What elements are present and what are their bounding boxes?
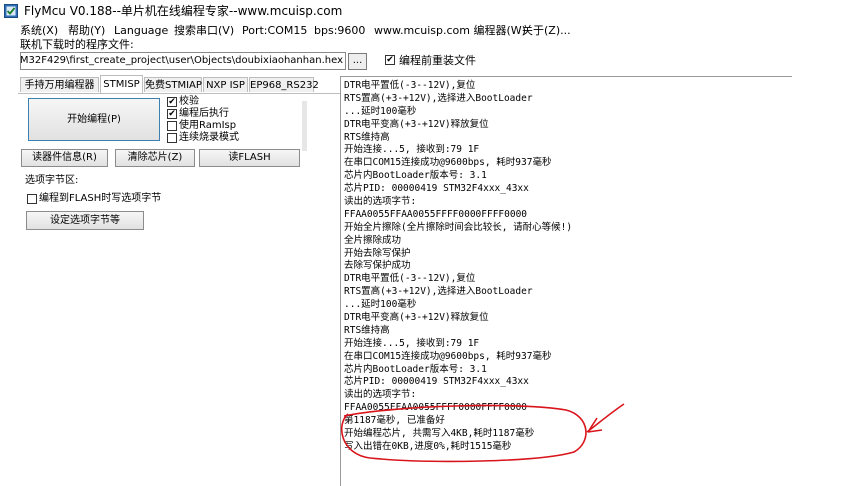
menu-search-port[interactable]: 搜索串口(V) — [174, 22, 234, 39]
app-logo-icon — [4, 4, 18, 18]
log-line: 芯片内BootLoader版本号: 3.1 — [344, 170, 487, 182]
log-line: RTS维持高 — [344, 131, 390, 143]
log-line: 开始连接...5, 接收到:79 1F — [344, 337, 480, 349]
desktop-background — [792, 0, 864, 486]
output-log[interactable]: DTR电平置低(-3--12V),复位 RTS置高(+3-+12V),选择进入Bo… — [340, 76, 792, 486]
log-line: DTR电平置低(-3--12V),复位 — [344, 273, 476, 285]
continuous-burn-checkbox[interactable] — [167, 133, 177, 143]
log-line: DTR电平变高(+3-+12V)释放复位 — [344, 312, 489, 324]
reload-before-program-checkbox[interactable]: ✔ — [385, 55, 395, 65]
menu-about[interactable]: 关于(Z)... — [522, 22, 571, 39]
start-programming-button[interactable]: 开始编程(P) — [28, 98, 160, 141]
option-bytes-section-title: 选项字节区: — [25, 175, 79, 186]
log-line: 写入出错在0KB,进度0%,耗时1515毫秒 — [344, 440, 512, 452]
log-line: RTS置高(+3-+12V),选择进入BootLoader — [344, 286, 533, 298]
tab-stmisp[interactable]: STMISP — [100, 75, 143, 93]
menu-system[interactable]: 系统(X) — [20, 22, 58, 39]
tab-nxp-isp[interactable]: NXP ISP — [203, 77, 248, 92]
menu-programmer[interactable]: www.mcuisp.com 编程器(W) — [374, 22, 526, 39]
log-line: ...延时100毫秒 — [344, 105, 417, 117]
menu-baud-rate[interactable]: bps:9600 — [314, 22, 365, 39]
tab-free-stmiap[interactable]: 免费STMIAP — [144, 77, 202, 92]
write-option-bytes-label: 编程到FLASH时写选项字节 — [39, 193, 162, 204]
read-device-info-button[interactable]: 读器件信息(R) — [21, 149, 108, 167]
verify-label: 校验 — [179, 96, 199, 107]
hex-file-path-input[interactable]: D:\STM32F429\first_create_project\user\O… — [20, 52, 346, 70]
use-ramisp-checkbox[interactable] — [167, 121, 177, 131]
menu-language[interactable]: Language — [114, 22, 168, 39]
clear-chip-button[interactable]: 清除芯片(Z) — [115, 149, 195, 167]
log-line: 在串口COM15连接成功@9600bps, 耗时937毫秒 — [344, 157, 552, 169]
log-line: FFAA0055FFAA0055FFFF0000FFFF0000 — [344, 208, 528, 220]
write-option-bytes-checkbox[interactable] — [27, 194, 37, 204]
log-line: 芯片PID: 00000419 STM32F4xxx_43xx — [344, 376, 529, 388]
options-scrollbar[interactable] — [302, 101, 307, 151]
browse-file-button[interactable]: ... — [348, 53, 367, 70]
log-line: 芯片内BootLoader版本号: 3.1 — [344, 363, 487, 375]
run-after-program-checkbox[interactable]: ✔ — [167, 109, 177, 119]
set-option-bytes-button[interactable]: 设定选项字节等 — [26, 211, 144, 230]
log-line: 开始去除写保护 — [344, 247, 411, 259]
menu-bar: 系统(X) 帮助(Y) Language 搜索串口(V) Port:COM15 … — [0, 22, 790, 39]
verify-checkbox[interactable]: ✔ — [167, 97, 177, 107]
log-line: RTS置高(+3-+12V),选择进入BootLoader — [344, 92, 533, 104]
window-title: FlyMcu V0.188--单片机在线编程专家--www.mcuisp.com — [24, 4, 343, 18]
log-line: ...延时100毫秒 — [344, 299, 417, 311]
log-line: 开始连接...5, 接收到:79 1F — [344, 144, 480, 156]
menu-port[interactable]: Port:COM15 — [242, 22, 307, 39]
menu-help[interactable]: 帮助(Y) — [68, 22, 105, 39]
log-line: DTR电平置低(-3--12V),复位 — [344, 80, 476, 91]
tab-ep968-rs232[interactable]: EP968_RS232 — [249, 77, 319, 92]
tab-handheld-programmer[interactable]: 手持万用编程器 — [20, 77, 99, 92]
log-line: RTS维持高 — [344, 324, 390, 336]
log-line: 在串口COM15连接成功@9600bps, 耗时937毫秒 — [344, 350, 552, 362]
read-flash-button[interactable]: 读FLASH — [199, 149, 300, 167]
log-line: 去除写保护成功 — [344, 260, 411, 272]
reload-before-program-label: 编程前重装文件 — [399, 54, 476, 67]
hex-file-path-value: D:\STM32F429\first_create_project\user\O… — [20, 55, 343, 66]
log-line: DTR电平变高(+3-+12V)释放复位 — [344, 118, 489, 130]
log-line: 读出的选项字节: — [344, 389, 417, 401]
log-line: 全片擦除成功 — [344, 234, 402, 246]
title-bar: FlyMcu V0.188--单片机在线编程专家--www.mcuisp.com — [0, 0, 864, 22]
log-line: 芯片PID: 00000419 STM32F4xxx_43xx — [344, 183, 529, 195]
log-line: 读出的选项字节: — [344, 196, 417, 208]
log-line: 开始编程芯片, 共需写入4KB,耗时1187毫秒 — [344, 428, 535, 440]
use-ramisp-label: 使用RamIsp — [179, 120, 237, 131]
file-path-label: 联机下载时的程序文件: — [20, 38, 134, 51]
log-line: 开始全片擦除(全片擦除时间会比较长, 请耐心等候!) — [344, 221, 573, 233]
continuous-burn-label: 连续烧录模式 — [179, 132, 239, 143]
log-line: FFAA0055FFAA0055FFFF0000FFFF0000 — [344, 402, 528, 414]
run-after-program-label: 编程后执行 — [179, 108, 229, 119]
log-line: 第1187毫秒, 已准备好 — [344, 415, 445, 427]
log-lines: DTR电平置低(-3--12V),复位 RTS置高(+3-+12V),选择进入Bo… — [344, 80, 572, 454]
